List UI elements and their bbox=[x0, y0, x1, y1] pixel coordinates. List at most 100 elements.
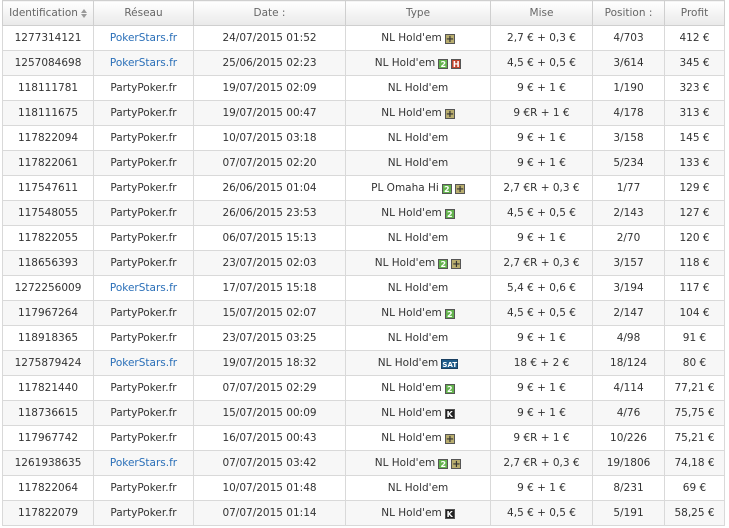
cell-id-text: 117547611 bbox=[17, 182, 79, 194]
table-row[interactable]: 117967264 PartyPoker.fr 15/07/2015 02:07 NL… bbox=[2, 300, 725, 326]
cell-network-text: PartyPoker.fr bbox=[110, 482, 177, 494]
cell-network-text[interactable]: PokerStars.fr bbox=[110, 457, 177, 469]
cell-id: 1272256009 bbox=[2, 275, 94, 301]
table-row[interactable]: 117967742 PartyPoker.fr 16/07/2015 00:43 NL… bbox=[2, 425, 725, 451]
cell-stake-text: 2,7 € + 0,3 € bbox=[507, 32, 576, 44]
cell-id-text: 1257084698 bbox=[14, 57, 82, 69]
cell-profit-text: 345 € bbox=[679, 57, 710, 69]
cell-profit: 80 € bbox=[664, 350, 725, 376]
cell-date-text: 15/07/2015 00:09 bbox=[222, 407, 317, 419]
cell-id: 118111781 bbox=[2, 75, 94, 101]
cell-profit-text: 127 € bbox=[679, 207, 710, 219]
table-row[interactable]: 117822064 PartyPoker.fr 10/07/2015 01:48 NL… bbox=[2, 475, 725, 501]
cell-date-text: 25/06/2015 02:23 bbox=[222, 57, 317, 69]
cell-date-text: 26/06/2015 23:53 bbox=[222, 207, 317, 219]
table-row[interactable]: 118918365 PartyPoker.fr 23/07/2015 03:25 NL… bbox=[2, 325, 725, 351]
table-row[interactable]: 118736615 PartyPoker.fr 15/07/2015 00:09 NL… bbox=[2, 400, 725, 426]
cell-date: 07/07/2015 03:42 bbox=[193, 450, 346, 476]
cell-profit: 75,21 € bbox=[664, 425, 725, 451]
cell-type: NL Hold'em K bbox=[345, 500, 491, 526]
table-row[interactable]: 118111675 PartyPoker.fr 19/07/2015 00:47 NL… bbox=[2, 100, 725, 126]
cell-stake-text: 4,5 € + 0,5 € bbox=[507, 207, 576, 219]
cell-stake-text: 9 € + 1 € bbox=[517, 382, 566, 394]
plus-badge-icon: + bbox=[454, 184, 465, 195]
cell-network-text: PartyPoker.fr bbox=[110, 307, 177, 319]
plus-badge-icon: + bbox=[444, 34, 455, 45]
cell-position-text: 1/77 bbox=[616, 182, 641, 194]
table-row[interactable]: 118656393 PartyPoker.fr 23/07/2015 02:03 NL… bbox=[2, 250, 725, 276]
cell-network-text: PartyPoker.fr bbox=[110, 157, 177, 169]
col-profit[interactable]: Profit bbox=[664, 0, 725, 26]
cell-network-text[interactable]: PokerStars.fr bbox=[110, 57, 177, 69]
cell-position: 18/124 bbox=[592, 350, 665, 376]
double-badge-icon: 2 bbox=[441, 184, 452, 194]
cell-profit: 323 € bbox=[664, 75, 725, 101]
cell-stake-text: 9 € + 1 € bbox=[517, 82, 566, 94]
cell-network-text: PartyPoker.fr bbox=[110, 107, 177, 119]
cell-network: PartyPoker.fr bbox=[93, 425, 194, 451]
cell-position-text: 3/157 bbox=[613, 257, 644, 269]
cell-stake-text: 9 €R + 1 € bbox=[513, 107, 570, 119]
cell-id: 117822079 bbox=[2, 500, 94, 526]
cell-network-text: PartyPoker.fr bbox=[110, 82, 177, 94]
cell-network-text[interactable]: PokerStars.fr bbox=[110, 282, 177, 294]
col-reseau[interactable]: Réseau bbox=[93, 0, 194, 26]
cell-stake: 4,5 € + 0,5 € bbox=[490, 500, 593, 526]
cell-profit: 313 € bbox=[664, 100, 725, 126]
cell-stake-text: 18 € + 2 € bbox=[513, 357, 570, 369]
cell-network-text[interactable]: PokerStars.fr bbox=[110, 32, 177, 44]
cell-id-text: 1275879424 bbox=[14, 357, 82, 369]
cell-id-text: 1272256009 bbox=[14, 282, 82, 294]
table-row[interactable]: 117548055 PartyPoker.fr 26/06/2015 23:53 NL… bbox=[2, 200, 725, 226]
cell-network: PartyPoker.fr bbox=[93, 300, 194, 326]
cell-id-text: 117822064 bbox=[17, 482, 79, 494]
cell-date: 19/07/2015 18:32 bbox=[193, 350, 346, 376]
cell-network: PokerStars.fr bbox=[93, 50, 194, 76]
col-mise[interactable]: Mise bbox=[490, 0, 593, 26]
col-profit-label: Profit bbox=[680, 7, 709, 19]
cell-type-text: PL Omaha Hi bbox=[371, 182, 439, 194]
cell-date-text: 07/07/2015 01:14 bbox=[222, 507, 317, 519]
col-identification[interactable]: Identification bbox=[2, 0, 94, 26]
cell-network: PartyPoker.fr bbox=[93, 75, 194, 101]
cell-network: PokerStars.fr bbox=[93, 275, 194, 301]
col-mise-label: Mise bbox=[529, 7, 554, 19]
cell-profit-text: 77,21 € bbox=[674, 382, 715, 394]
table-row[interactable]: 117822094 PartyPoker.fr 10/07/2015 03:18 NL… bbox=[2, 125, 725, 151]
ko-badge-icon: K bbox=[444, 409, 455, 419]
table-row[interactable]: 117821440 PartyPoker.fr 07/07/2015 02:29 NL… bbox=[2, 375, 725, 401]
cell-id: 118656393 bbox=[2, 250, 94, 276]
table-row[interactable]: 117822079 PartyPoker.fr 07/07/2015 01:14 NL… bbox=[2, 500, 725, 526]
table-row[interactable]: 1277314121 PokerStars.fr 24/07/2015 01:52 N… bbox=[2, 25, 725, 51]
cell-date: 19/07/2015 00:47 bbox=[193, 100, 346, 126]
table-row[interactable]: 117822061 PartyPoker.fr 07/07/2015 02:20 NL… bbox=[2, 150, 725, 176]
table-row[interactable]: 118111781 PartyPoker.fr 19/07/2015 02:09 NL… bbox=[2, 75, 725, 101]
col-type[interactable]: Type bbox=[345, 0, 491, 26]
cell-network-text[interactable]: PokerStars.fr bbox=[110, 357, 177, 369]
cell-type-text: NL Hold'em bbox=[387, 132, 449, 144]
col-date[interactable]: Date : bbox=[193, 0, 346, 26]
cell-network-text: PartyPoker.fr bbox=[110, 382, 177, 394]
table-row[interactable]: 1272256009 PokerStars.fr 17/07/2015 15:18 N… bbox=[2, 275, 725, 301]
sort-arrows-icon[interactable] bbox=[80, 8, 87, 18]
cell-id-text: 117822055 bbox=[17, 232, 79, 244]
cell-network: PartyPoker.fr bbox=[93, 200, 194, 226]
table-row[interactable]: 1257084698 PokerStars.fr 25/06/2015 02:23 N… bbox=[2, 50, 725, 76]
table-row[interactable]: 1261938635 PokerStars.fr 07/07/2015 03:42 N… bbox=[2, 450, 725, 476]
plus-badge-icon: + bbox=[451, 459, 462, 470]
cell-id: 118736615 bbox=[2, 400, 94, 426]
cell-type-text: NL Hold'em bbox=[377, 357, 439, 369]
table-row[interactable]: 1275879424 PokerStars.fr 19/07/2015 18:32 N… bbox=[2, 350, 725, 376]
cell-date: 10/07/2015 03:18 bbox=[193, 125, 346, 151]
cell-date: 25/06/2015 02:23 bbox=[193, 50, 346, 76]
cell-id: 1277314121 bbox=[2, 25, 94, 51]
cell-id-text: 118918365 bbox=[17, 332, 79, 344]
cell-date-text: 10/07/2015 03:18 bbox=[222, 132, 317, 144]
cell-position: 4/76 bbox=[592, 400, 665, 426]
table-row[interactable]: 117822055 PartyPoker.fr 06/07/2015 15:13 NL… bbox=[2, 225, 725, 251]
table-row[interactable]: 117547611 PartyPoker.fr 26/06/2015 01:04 PL… bbox=[2, 175, 725, 201]
plus-badge-icon: + bbox=[451, 259, 462, 270]
col-position[interactable]: Position : bbox=[592, 0, 665, 26]
cell-profit: 345 € bbox=[664, 50, 725, 76]
plus-badge-icon: + bbox=[444, 109, 455, 120]
